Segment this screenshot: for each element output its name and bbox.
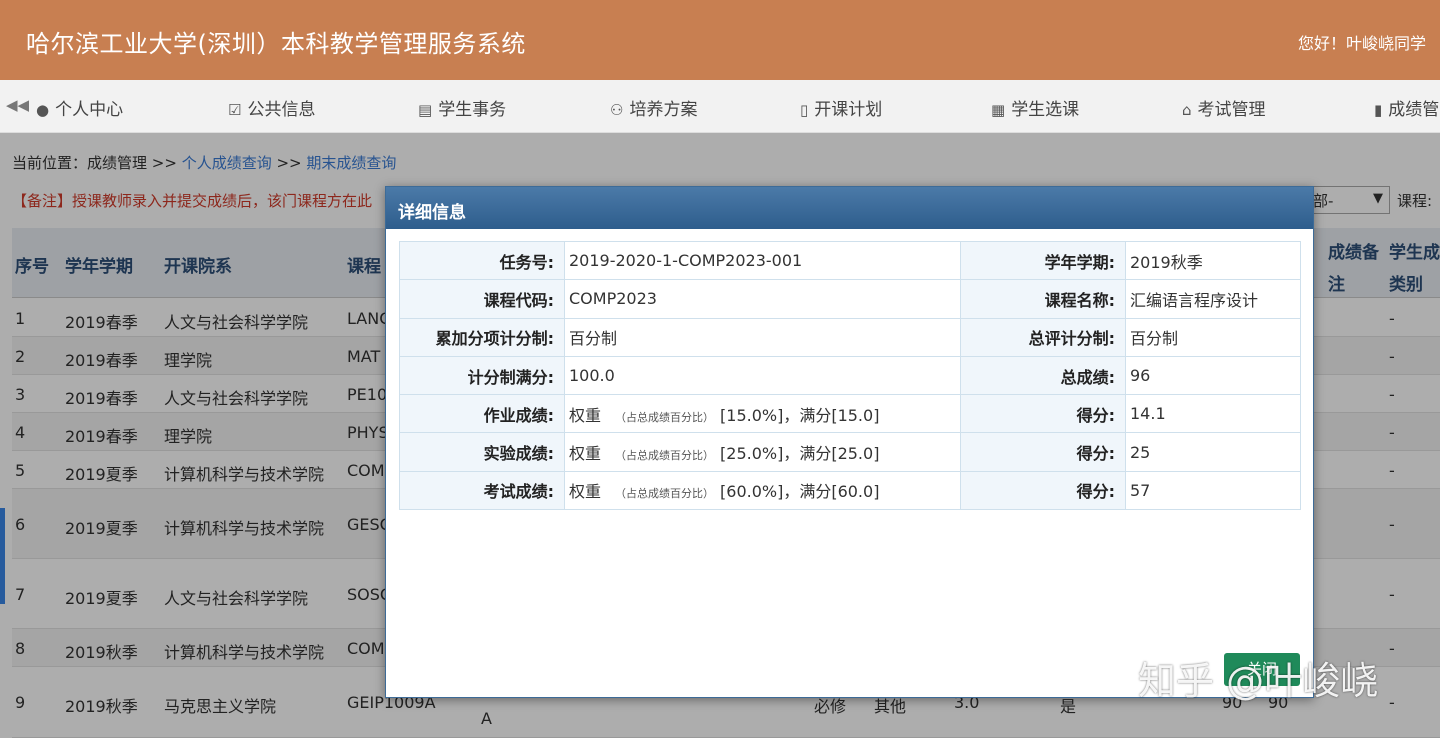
detail-dialog: 详细信息 任务号: 2019-2020-1-COMP2023-001 学年学期:… [385,186,1314,698]
detail-value: 百分制 [564,317,961,357]
user-icon: ● [36,101,50,119]
detail-value: 2019-2020-1-COMP2023-001 [564,240,961,281]
detail-value: 96 [1125,355,1301,396]
app-title: 哈尔滨工业大学(深圳）本科教学管理服务系统 [26,30,526,58]
detail-key: 考试成绩: [399,470,565,511]
detail-value: 权重 （占总成绩百分比） [25.0%]，满分[25.0] [564,432,961,472]
nav-item-training-plan[interactable]: ⚇ 培养方案 [610,95,697,120]
nav-item-personal[interactable]: ● 个人中心 [36,95,123,120]
main-nav: ◀◀ ● 个人中心 ☑ 公共信息 ▤ 学生事务 ⚇ 培养方案 ▯ 开课计划 ▦ 学生选课 ⌂… [0,80,1440,133]
detail-key: 作业成绩: [399,394,565,434]
detail-row: 任务号: 2019-2020-1-COMP2023-001 学年学期: 2019… [399,240,1301,281]
detail-value: 100.0 [564,355,961,396]
inbox-icon: ⌂ [1182,101,1192,119]
detail-key: 课程名称: [960,279,1126,319]
detail-value: 百分制 [1125,317,1301,357]
detail-value: COMP2023 [564,279,961,319]
detail-row: 作业成绩: 权重 （占总成绩百分比） [15.0%]，满分[15.0] 得分: 14… [399,394,1301,434]
detail-row: 累加分项计分制: 百分制 总评计分制: 百分制 [399,317,1301,357]
detail-key: 任务号: [399,240,565,281]
nav-item-grades[interactable]: ▮ 成绩管 [1374,95,1439,120]
detail-value: 14.1 [1125,394,1301,434]
zhihu-watermark: 知乎 @叶峻峣 [1138,659,1379,703]
nav-item-course-selection[interactable]: ▦ 学生选课 [991,95,1079,120]
detail-key: 实验成绩: [399,432,565,472]
detail-key: 学年学期: [960,240,1126,281]
detail-value: 权重 （占总成绩百分比） [60.0%]，满分[60.0] [564,470,961,511]
dialog-title[interactable]: 详细信息 [386,187,1313,229]
nav-back-icon[interactable]: ◀◀ [6,96,29,114]
file-icon: ▯ [800,101,809,119]
detail-value: 2019秋季 [1125,240,1301,281]
detail-key: 课程代码: [399,279,565,319]
detail-value: 汇编语言程序设计 [1125,279,1301,319]
detail-key: 总评计分制: [960,317,1126,357]
detail-row: 实验成绩: 权重 （占总成绩百分比） [25.0%]，满分[25.0] 得分: 25 [399,432,1301,472]
detail-key: 得分: [960,394,1126,434]
detail-value: 57 [1125,470,1301,511]
app-header: 哈尔滨工业大学(深圳）本科教学管理服务系统 您好！叶峻峣同学 [0,0,1440,80]
nav-item-student-affairs[interactable]: ▤ 学生事务 [418,95,506,120]
detail-key: 得分: [960,432,1126,472]
detail-value: 25 [1125,432,1301,472]
detail-key: 总成绩: [960,355,1126,396]
user-greeting[interactable]: 您好！叶峻峣同学 [1298,30,1426,54]
nav-item-course-plan[interactable]: ▯ 开课计划 [800,95,882,120]
detail-row: 计分制满分: 100.0 总成绩: 96 [399,355,1301,396]
detail-key: 计分制满分: [399,355,565,396]
detail-table: 任务号: 2019-2020-1-COMP2023-001 学年学期: 2019… [399,240,1301,511]
detail-row: 课程代码: COMP2023 课程名称: 汇编语言程序设计 [399,279,1301,319]
nav-item-public-info[interactable]: ☑ 公共信息 [228,95,315,120]
detail-row: 考试成绩: 权重 （占总成绩百分比） [60.0%]，满分[60.0] 得分: 57 [399,470,1301,511]
detail-value: 权重 （占总成绩百分比） [15.0%]，满分[15.0] [564,394,961,434]
newspaper-icon: ▤ [418,101,433,119]
calendar-icon: ▦ [991,101,1006,119]
file-text-icon: ▮ [1374,101,1383,119]
detail-key: 得分: [960,470,1126,511]
nav-item-exam-management[interactable]: ⌂ 考试管理 [1182,95,1266,120]
users-icon: ⚇ [610,101,624,119]
check-square-icon: ☑ [228,101,242,119]
detail-key: 累加分项计分制: [399,317,565,357]
